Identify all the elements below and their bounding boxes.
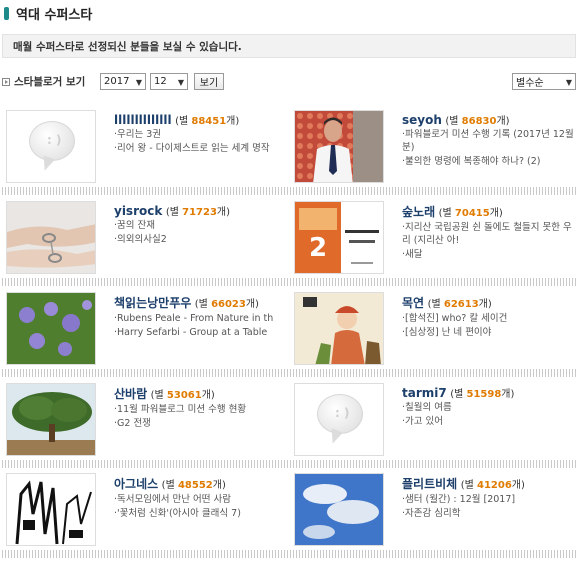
post-link[interactable]: ·'꽃처럼 신화'(아시아 클래식 7) [114, 507, 290, 520]
blogger-name[interactable]: tarmi7 [402, 386, 447, 400]
post-link[interactable]: ·파워블로거 미션 수행 기록 (2017년 12월분) [402, 128, 578, 154]
filter-bar: 스타블로거 보기 2017 ▼ 12 ▼ 보기 별수순 ▼ [0, 72, 580, 92]
blogger-card: 아그네스 (별 48552개) ·독서모임에서 만난 어떤 사람 ·'꽃처럼 신… [0, 473, 290, 562]
view-button[interactable]: 보기 [194, 73, 224, 90]
star-count-label: (별 88451개) [175, 116, 240, 127]
month-select-value: 12 [154, 76, 167, 87]
post-link[interactable]: ·Harry Sefarbi - Group at a Table [114, 326, 290, 339]
blogger-name[interactable]: 숲노래 [402, 205, 435, 219]
row-divider [2, 369, 578, 377]
star-count-label: (별 70415개) [438, 208, 503, 219]
book-cover-image: 2 [295, 202, 383, 273]
star-count-label: (별 48552개) [161, 480, 226, 491]
profile-thumbnail[interactable] [294, 292, 384, 365]
profile-thumbnail[interactable] [6, 383, 96, 456]
profile-thumbnail[interactable]: : ) [6, 110, 96, 183]
star-count-label: (별 71723개) [165, 207, 231, 218]
blogger-name[interactable]: yisrock [114, 204, 162, 218]
profile-thumbnail[interactable]: : ) [294, 383, 384, 456]
row-divider [2, 460, 578, 468]
blogger-name[interactable]: llllllllllllll [114, 113, 172, 127]
post-link[interactable]: ·칠월의 여름 [402, 401, 578, 414]
blogger-name[interactable]: seyoh [402, 113, 442, 127]
profile-thumbnail[interactable] [294, 473, 384, 546]
smiley-face-icon: : ) [47, 133, 62, 147]
post-link[interactable]: ·꿈의 잔재 [114, 219, 290, 232]
star-count-label: (별 62613개) [427, 299, 492, 310]
post-link[interactable]: ·새달 [402, 248, 578, 261]
post-link[interactable]: ·가고 있어 [402, 415, 578, 428]
star-count-label: (별 53061개) [150, 390, 215, 401]
star-count-label: (별 41206개) [460, 480, 525, 491]
chevron-down-icon: ▼ [565, 78, 572, 87]
profile-thumbnail[interactable] [6, 201, 96, 274]
profile-thumbnail[interactable] [6, 473, 96, 546]
page-title: 역대 수퍼스타 [4, 4, 93, 23]
post-link[interactable]: ·Rubens Peale - From Nature in th [114, 312, 290, 325]
post-link[interactable]: ·자존감 심리학 [402, 507, 578, 520]
post-link[interactable]: ·샘터 (월간) : 12월 [2017] [402, 493, 578, 506]
star-count-label: (별 51598개) [450, 389, 515, 400]
sort-select[interactable]: 별수순 ▼ [512, 73, 576, 90]
filter-label-text: 스타블로거 보기 [14, 76, 86, 88]
post-link[interactable]: ·독서모임에서 만난 어떤 사람 [114, 493, 290, 506]
post-link[interactable]: ·우리는 3권 [114, 128, 290, 141]
star-count-label: (별 66023개) [194, 299, 259, 310]
post-link[interactable]: ·리어 왕 - 다이제스트로 읽는 세계 명작 [114, 142, 290, 155]
flowers-photo-image [7, 293, 95, 364]
post-link[interactable]: ·11월 파워블로그 미션 수행 현황 [114, 403, 290, 416]
handcuffs-photo-image [7, 202, 95, 273]
notice-text: 매월 수퍼스타로 선정되신 분들을 보실 수 있습니다. [13, 40, 242, 53]
tree-photo-image [7, 384, 95, 455]
profile-thumbnail[interactable] [6, 292, 96, 365]
blogger-name[interactable]: 아그네스 [114, 477, 158, 491]
filter-label: 스타블로거 보기 [2, 74, 85, 89]
profile-thumbnail[interactable] [294, 110, 384, 183]
row-divider [2, 278, 578, 286]
month-select[interactable]: 12 ▼ [150, 73, 188, 90]
year-select[interactable]: 2017 ▼ [100, 73, 146, 90]
sketch-drawing-image [7, 474, 95, 545]
chevron-down-icon: ▼ [177, 78, 184, 87]
svg-text:2: 2 [309, 233, 327, 263]
notice-box: 매월 수퍼스타로 선정되신 분들을 보실 수 있습니다. [2, 34, 576, 58]
row-divider [2, 187, 578, 195]
blogger-name[interactable]: 목연 [402, 296, 424, 310]
post-link[interactable]: ·지리산 국립공원 쉰 돌에도 철들지 못한 우리 (지리산 아! [402, 221, 578, 247]
cartoon-illustration-image [295, 293, 383, 364]
post-link[interactable]: ·[심상정] 난 네 편이야 [402, 326, 578, 339]
man-photo-image [295, 111, 383, 182]
star-count-label: (별 86830개) [445, 116, 510, 127]
profile-thumbnail[interactable]: 2 [294, 201, 384, 274]
blogger-name[interactable]: 산바람 [114, 387, 147, 401]
blogger-name[interactable]: 플리트비체 [402, 477, 457, 491]
title-marker-icon [4, 6, 9, 20]
year-select-value: 2017 [104, 76, 130, 87]
post-link[interactable]: ·G2 전쟁 [114, 417, 290, 430]
post-link[interactable]: ·불의한 명령에 복종해야 하나? (2) [402, 155, 578, 168]
chevron-down-icon: ▼ [135, 78, 142, 87]
blogger-name[interactable]: 책읽는낭만푸우 [114, 296, 191, 310]
blogger-card: 플리트비체 (별 41206개) ·샘터 (월간) : 12월 [2017] ·… [288, 473, 578, 562]
row-divider [2, 550, 578, 558]
smiley-face-icon: : ) [335, 406, 350, 420]
post-link[interactable]: ·[합석진] who? 칼 세이건 [402, 312, 578, 325]
post-link[interactable]: ·의외의사실2 [114, 233, 290, 246]
bullet-icon [2, 77, 10, 86]
sort-select-value: 별수순 [516, 78, 544, 89]
sky-clouds-photo-image [295, 474, 383, 545]
page-title-text: 역대 수퍼스타 [16, 7, 93, 23]
blogger-row: 아그네스 (별 48552개) ·독서모임에서 만난 어떤 사람 ·'꽃처럼 신… [0, 473, 580, 562]
